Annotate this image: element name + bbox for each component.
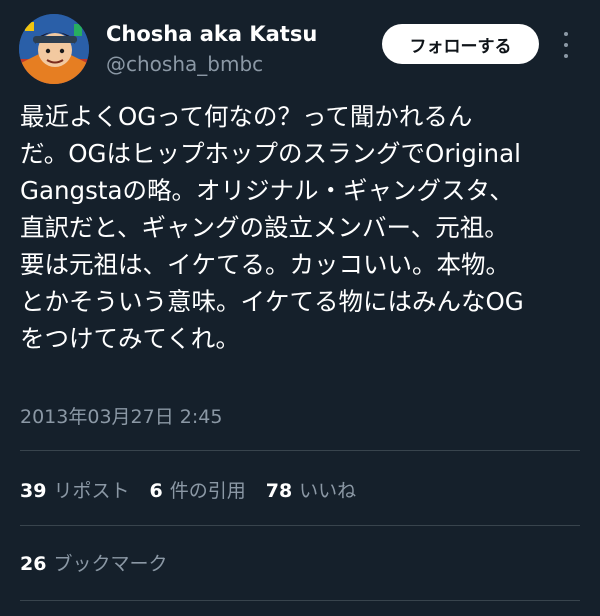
quotes-label: 件の引用 bbox=[169, 480, 246, 502]
tweet-text: 最近よくOGって何なの？って聞かれるん だ。OGはヒップホップのスラングでOri… bbox=[20, 98, 585, 357]
tweet-line: 直訳だと、ギャングの設立メンバー、元祖。 bbox=[20, 213, 509, 242]
bookmarks-count: 26 bbox=[20, 553, 47, 575]
reposts-stat[interactable]: 39 リポスト bbox=[20, 476, 129, 503]
quotes-stat[interactable]: 6 件の引用 bbox=[149, 476, 245, 503]
bookmarks-label: ブックマーク bbox=[53, 553, 168, 575]
divider bbox=[20, 450, 580, 451]
more-dot bbox=[564, 32, 568, 36]
tweet-line: Gangstaの略。オリジナル・ギャングスタ、 bbox=[20, 176, 514, 205]
divider bbox=[20, 600, 580, 601]
likes-label: いいね bbox=[299, 480, 357, 502]
divider bbox=[20, 525, 580, 526]
tweet-timestamp[interactable]: 2013年03月27日 2:45 bbox=[20, 402, 222, 429]
reposts-label: リポスト bbox=[53, 480, 130, 502]
quotes-count: 6 bbox=[149, 480, 163, 502]
tweet-line: 要は元祖は、イケてる。カッコいい。本物。 bbox=[20, 250, 510, 279]
more-dot bbox=[564, 43, 568, 47]
bookmarks-stat[interactable]: 26 ブックマーク bbox=[20, 549, 167, 576]
tweet-line: 最近よくOGって何なの？って聞かれるん bbox=[20, 102, 473, 131]
engagement-stats: 39 リポスト 6 件の引用 78 いいね bbox=[20, 476, 376, 503]
reposts-count: 39 bbox=[20, 480, 47, 502]
likes-stat[interactable]: 78 いいね bbox=[266, 476, 356, 503]
author-handle[interactable]: @chosha_bmbc bbox=[106, 52, 263, 76]
tweet-line: とかそういう意味。イケてる物にはみんなOG bbox=[20, 287, 524, 316]
likes-count: 78 bbox=[265, 480, 293, 502]
follow-button[interactable]: フォローする bbox=[382, 24, 539, 64]
user-avatar-icon bbox=[19, 14, 89, 84]
author-display-name[interactable]: Chosha aka Katsu bbox=[106, 22, 317, 46]
avatar[interactable] bbox=[19, 14, 89, 84]
more-vertical-icon[interactable] bbox=[558, 32, 574, 58]
more-dot bbox=[564, 54, 568, 58]
tweet-line: だ。OGはヒップホップのスラングでOriginal bbox=[20, 139, 521, 168]
tweet-line: をつけてみてくれ。 bbox=[20, 324, 241, 353]
